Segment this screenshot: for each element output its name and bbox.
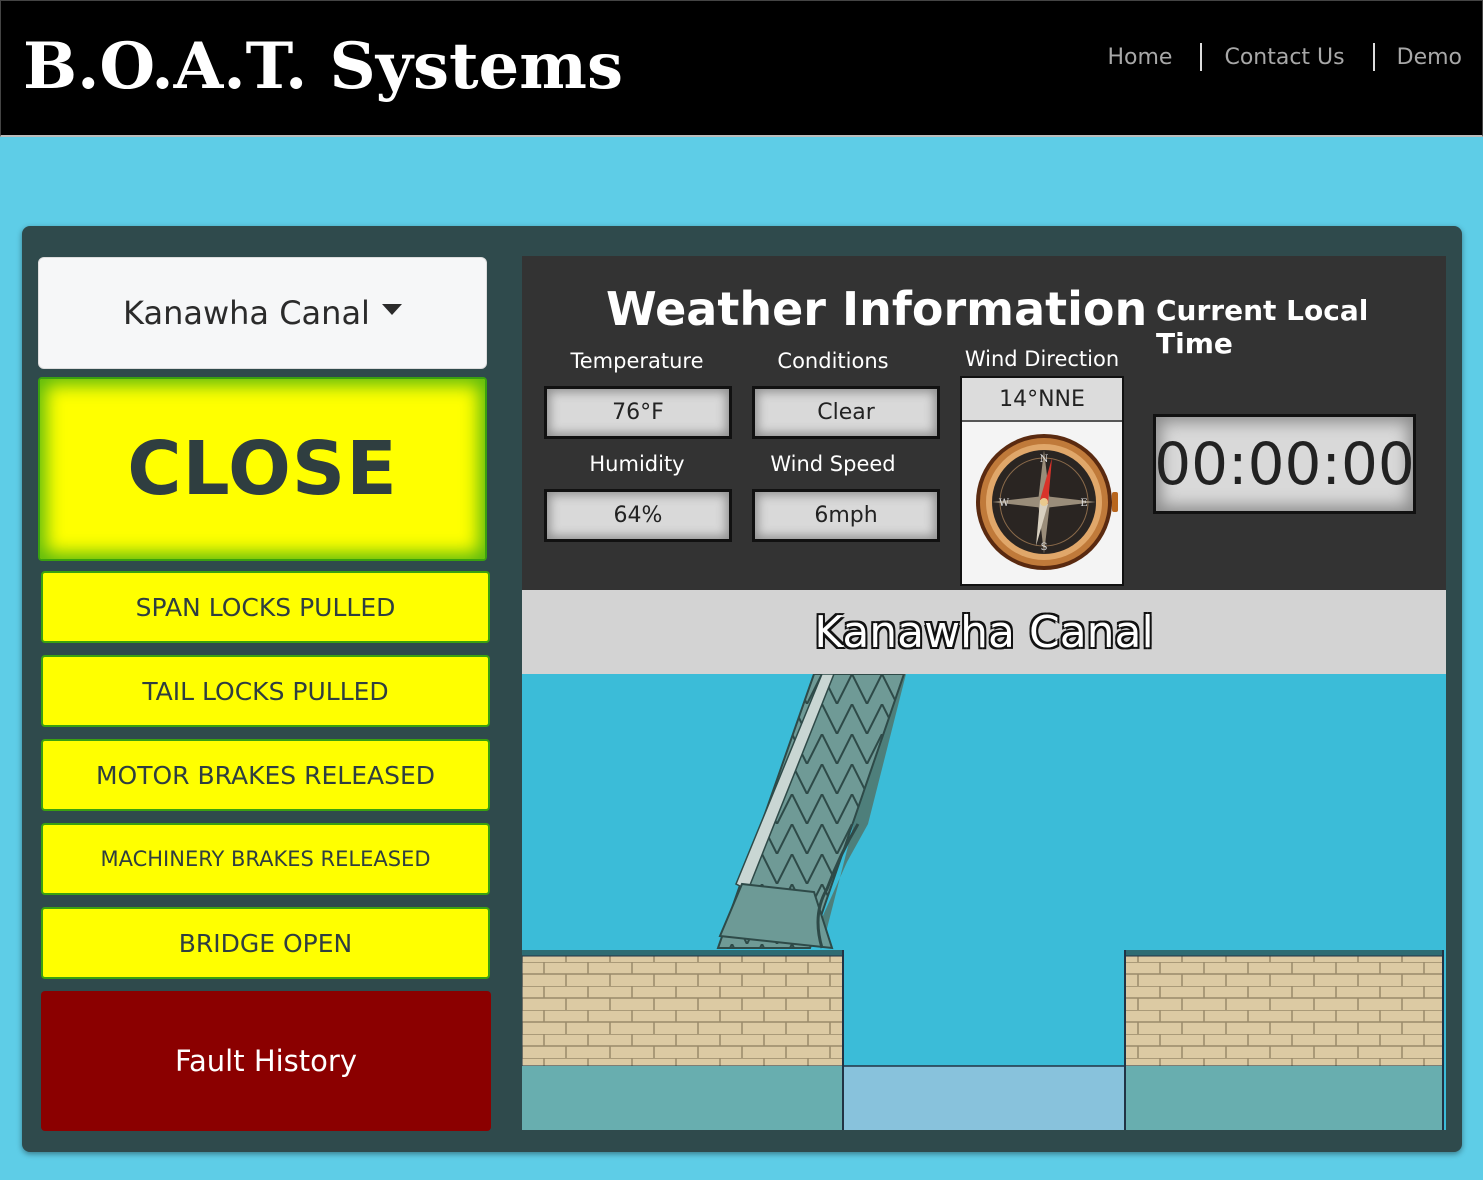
status-tail-locks[interactable]: TAIL LOCKS PULLED [41, 655, 490, 727]
nav-home-link[interactable]: Home [1108, 45, 1173, 70]
bridge-select-dropdown[interactable]: Kanawha Canal [38, 257, 487, 369]
nav-contact-link[interactable]: Contact Us [1224, 45, 1344, 70]
svg-text:E: E [1080, 498, 1087, 509]
brand-logo-text[interactable]: B.O.A.T. Systems [23, 29, 623, 104]
humidity-label: Humidity [589, 452, 685, 476]
status-motor-brakes[interactable]: MOTOR BRAKES RELEASED [41, 739, 490, 811]
temperature-value: 76°F [544, 386, 732, 439]
compass-icon: N S E W [962, 422, 1122, 584]
control-panel: Kanawha Canal CLOSE SPAN LOCKS PULLED TA… [22, 226, 1462, 1152]
svg-text:N: N [1040, 454, 1049, 465]
wind-speed-value: 6mph [752, 489, 940, 542]
conditions-value: Clear [752, 386, 940, 439]
wind-direction-value: 14°NNE [962, 378, 1122, 422]
local-time-display: 00:00:00 [1153, 414, 1416, 514]
close-bridge-button[interactable]: CLOSE [38, 377, 487, 561]
bascule-bridge-illustration [521, 673, 1446, 1130]
bridge-select-label: Kanawha Canal [123, 294, 370, 332]
nav-demo-link[interactable]: Demo [1397, 45, 1462, 70]
status-span-locks[interactable]: SPAN LOCKS PULLED [41, 571, 490, 643]
bridge-name-banner: Kanawha Canal [522, 590, 1446, 674]
bridge-animation [521, 673, 1446, 1130]
fault-history-button[interactable]: Fault History [41, 991, 491, 1131]
nav-divider [1200, 43, 1203, 71]
weather-title: Weather Information [606, 282, 1148, 336]
humidity-value: 64% [544, 489, 732, 542]
status-machinery-brakes[interactable]: MACHINERY BRAKES RELEASED [41, 823, 490, 895]
local-time-title: Current Local Time [1156, 294, 1369, 360]
nav-links: Home Contact Us Demo [1108, 43, 1462, 71]
wind-direction-label: Wind Direction [964, 347, 1120, 371]
svg-text:W: W [999, 498, 1010, 509]
conditions-label: Conditions [777, 349, 889, 373]
weather-panel: Weather Information Temperature 76°F Con… [522, 256, 1446, 590]
temperature-label: Temperature [570, 349, 704, 373]
top-navbar: B.O.A.T. Systems Home Contact Us Demo [0, 0, 1483, 137]
status-bridge-open[interactable]: BRIDGE OPEN [41, 907, 490, 979]
wind-speed-label: Wind Speed [770, 452, 896, 476]
wind-direction-box: 14°NNE N S E W [960, 376, 1124, 586]
caret-down-icon [381, 303, 402, 315]
nav-divider [1372, 43, 1375, 71]
svg-text:S: S [1041, 542, 1048, 553]
